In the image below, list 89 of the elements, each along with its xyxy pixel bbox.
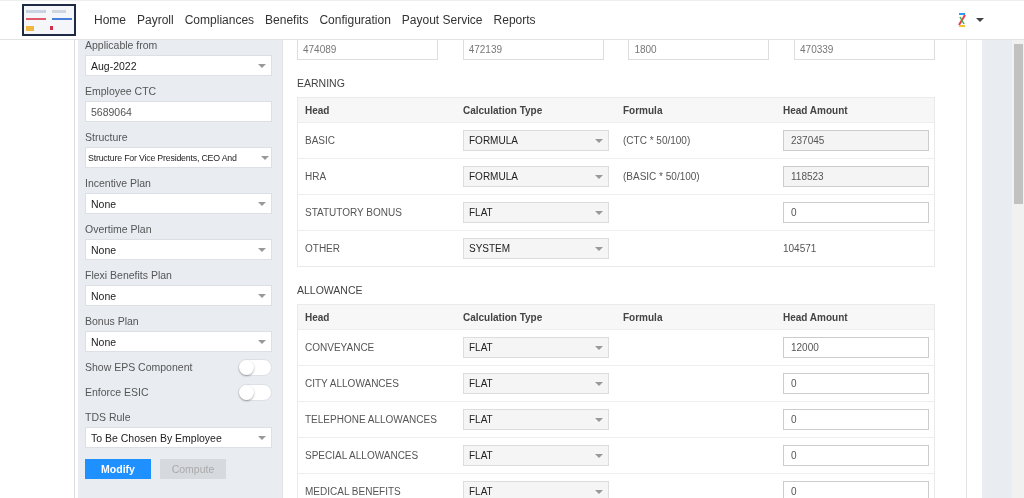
column-header: Head Amount xyxy=(782,311,849,323)
input-field[interactable]: 5689064 xyxy=(85,101,272,122)
toggle-switch[interactable] xyxy=(238,383,272,401)
field-label: Flexi Benefits Plan xyxy=(85,269,173,282)
table-cell-text: STATUTORY BONUS xyxy=(304,207,403,218)
column-header: Head Amount xyxy=(782,104,849,116)
input-field[interactable]: 0 xyxy=(783,481,929,498)
select-field[interactable]: SYSTEM xyxy=(463,238,609,259)
select-field[interactable]: FLAT xyxy=(463,445,609,466)
caret-icon xyxy=(595,210,603,215)
nav-link[interactable]: Benefits xyxy=(265,13,309,27)
caret-icon xyxy=(258,247,266,252)
table-cell-text: HRA xyxy=(304,171,328,182)
table-cell-text: CITY ALLOWANCES xyxy=(304,378,400,389)
caret-icon xyxy=(258,339,266,344)
select-field[interactable]: Structure For Vice Presidents, CEO And xyxy=(85,147,272,168)
caret-icon xyxy=(595,246,603,251)
scrollbar-thumb[interactable] xyxy=(1013,44,1023,204)
field-label: Structure xyxy=(85,131,129,144)
input-field[interactable]: 0 xyxy=(783,202,929,223)
table-cell-text: BASIC xyxy=(304,135,336,146)
field-label: Overtime Plan xyxy=(85,223,153,236)
caret-icon xyxy=(595,345,603,350)
section-title: EARNING xyxy=(297,77,346,89)
table-cell-text: SPECIAL ALLOWANCES xyxy=(304,450,420,461)
select-field[interactable]: FLAT xyxy=(463,409,609,430)
table-cell-text: OTHER xyxy=(304,243,341,254)
caret-icon xyxy=(595,453,603,458)
toggle-switch[interactable] xyxy=(238,358,272,376)
section-title: ALLOWANCE xyxy=(297,284,364,296)
select-field[interactable]: FLAT xyxy=(463,481,609,498)
select-field[interactable]: FORMULA xyxy=(463,130,609,151)
select-field[interactable]: FLAT xyxy=(463,337,609,358)
input-field[interactable]: 0 xyxy=(783,445,929,466)
table-cell-text: TELEPHONE ALLOWANCES xyxy=(304,414,438,425)
table-cell-text: (BASIC * 50/100) xyxy=(622,171,701,182)
input-field[interactable]: 0 xyxy=(783,409,929,430)
table-cell-text: MEDICAL BENEFITS xyxy=(304,486,402,497)
select-field[interactable]: FLAT xyxy=(463,373,609,394)
select-field[interactable]: FORMULA xyxy=(463,166,609,187)
caret-icon xyxy=(595,489,603,494)
nav-link[interactable]: Configuration xyxy=(319,13,391,27)
table-cell-text: CONVEYANCE xyxy=(304,342,376,353)
nav-link[interactable]: Reports xyxy=(493,13,536,27)
caret-icon xyxy=(258,293,266,298)
column-header: Calculation Type xyxy=(462,311,544,323)
select-field[interactable]: None xyxy=(85,285,272,306)
input-field[interactable]: 12000 xyxy=(783,337,929,358)
caret-icon xyxy=(595,138,603,143)
toggle-label: Show EPS Component xyxy=(85,360,193,374)
toggle-label: Enforce ESIC xyxy=(85,385,149,399)
input-field: 118523 xyxy=(783,166,929,187)
column-header: Head xyxy=(304,104,331,116)
input-field[interactable]: 0 xyxy=(783,373,929,394)
input-field[interactable]: 1800 xyxy=(628,40,770,60)
caret-icon xyxy=(261,155,269,160)
input-field[interactable]: 474089 xyxy=(297,40,438,60)
table-cell-text: (CTC * 50/100) xyxy=(622,135,692,146)
field-label: TDS Rule xyxy=(85,411,132,424)
caret-icon xyxy=(595,174,603,179)
nav-link[interactable]: Compliances xyxy=(184,13,255,27)
caret-icon xyxy=(258,201,266,206)
select-field[interactable]: Aug-2022 xyxy=(85,55,272,76)
caret-icon xyxy=(595,381,603,386)
column-header: Formula xyxy=(622,104,664,116)
zigzag-icon[interactable] xyxy=(958,13,966,27)
select-field[interactable]: To Be Chosen By Employee xyxy=(85,427,272,448)
nav-link[interactable]: Payout Service xyxy=(401,13,483,27)
field-label: Applicable from xyxy=(85,40,159,52)
input-field[interactable]: 472139 xyxy=(462,40,604,60)
nav-link[interactable]: Payroll xyxy=(137,13,174,27)
input-field[interactable]: 470339 xyxy=(794,40,936,60)
select-field[interactable]: FLAT xyxy=(463,202,609,223)
column-header: Head xyxy=(304,311,331,323)
caret-icon xyxy=(258,435,266,440)
caret-icon xyxy=(976,18,984,22)
column-header: Calculation Type xyxy=(462,104,544,116)
column-header: Formula xyxy=(622,311,664,323)
input-field: 237045 xyxy=(783,130,929,151)
select-field[interactable]: None xyxy=(85,193,272,214)
field-label: Bonus Plan xyxy=(85,315,140,328)
table-cell-text: 104571 xyxy=(782,243,818,254)
field-label: Incentive Plan xyxy=(85,177,152,190)
field-label: Employee CTC xyxy=(85,85,158,98)
select-field[interactable]: None xyxy=(85,331,272,352)
caret-icon xyxy=(258,63,266,68)
caret-icon xyxy=(595,417,603,422)
select-field[interactable]: None xyxy=(85,239,272,260)
nav-link[interactable]: Home xyxy=(94,13,126,27)
